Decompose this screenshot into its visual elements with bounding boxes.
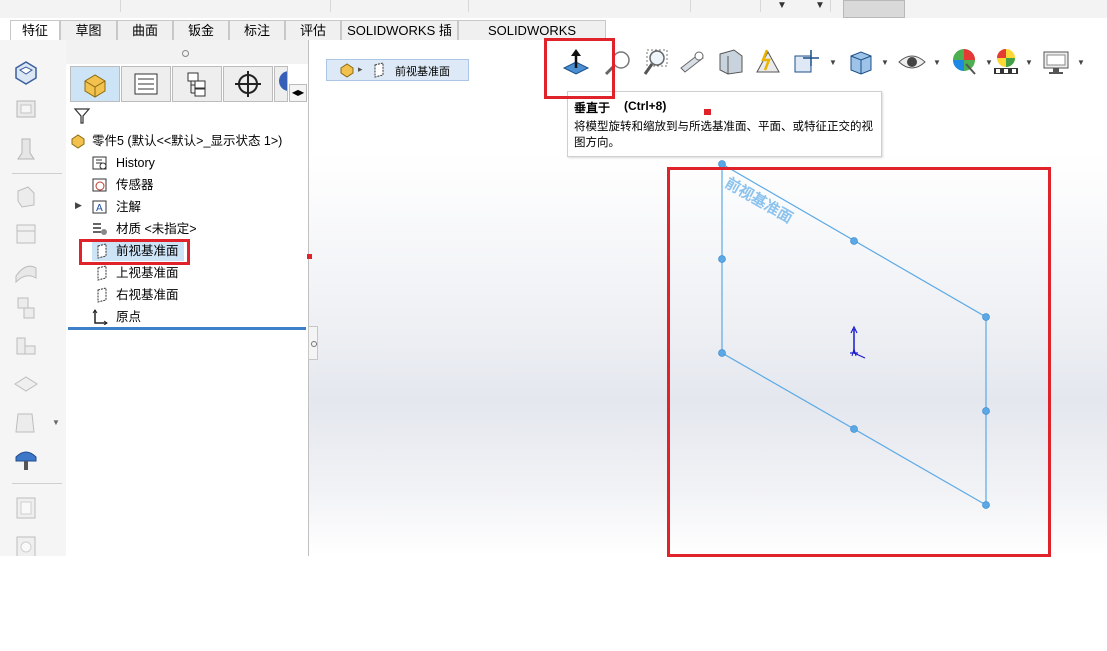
tree-item-label: 材质 <未指定> [116, 222, 197, 236]
display-sphere-icon [279, 71, 287, 91]
breadcrumb-label: 前视基准面 [395, 66, 450, 78]
tree-item-label: 上视基准面 [116, 266, 179, 280]
chevron-down-icon[interactable]: ▼ [1077, 58, 1085, 67]
part-icon [71, 134, 85, 149]
tab-evaluate[interactable]: 评估 [285, 20, 341, 40]
display-style-icon[interactable] [845, 46, 875, 78]
plane-icon [374, 62, 384, 78]
tree-item-label: 右视基准面 [116, 288, 179, 302]
curves-icon[interactable] [12, 493, 40, 521]
history-icon [92, 156, 107, 170]
tab-inspection[interactable]: SOLIDWORKS Inspection [458, 20, 606, 58]
chevron-down-icon[interactable]: ▼ [933, 58, 941, 67]
feature-manager-header [66, 40, 308, 64]
crosshair-icon [235, 71, 261, 97]
part-icon [340, 63, 354, 78]
filter-icon[interactable] [72, 106, 92, 126]
chevron-down-icon[interactable]: ▼ [52, 418, 60, 427]
toolbar-button[interactable] [843, 0, 905, 18]
rib-icon[interactable] [12, 332, 40, 360]
highlight-box [79, 239, 190, 265]
tree-item-label: 注解 [116, 200, 142, 214]
wrap-icon[interactable] [12, 370, 40, 398]
plane-icon [97, 287, 107, 303]
top-toolbar-strip: ▼ ▼ [0, 0, 1107, 18]
tree-item-label: 原点 [116, 310, 142, 324]
tree-item-label: History [116, 156, 155, 170]
dynamic-annotation-icon[interactable] [753, 46, 783, 78]
marker-dot [307, 254, 312, 259]
tooltip-shortcut: (Ctrl+8) [624, 99, 667, 113]
divider [12, 483, 62, 484]
property-manager-tab[interactable] [121, 66, 171, 102]
marker-dot [704, 109, 711, 115]
view-settings-icon[interactable] [1041, 46, 1071, 78]
edit-appearance-icon[interactable] [949, 46, 979, 78]
plane-icon [97, 265, 107, 281]
property-list-icon [134, 73, 158, 95]
origin-icon [92, 309, 108, 325]
divider [12, 173, 62, 174]
expand-arrow-icon[interactable]: ▶ [75, 200, 82, 211]
tree-item-label: 传感器 [116, 178, 154, 192]
dimxpert-tab[interactable] [223, 66, 273, 102]
toolbar-divider [468, 0, 469, 12]
revolved-boss-icon[interactable] [12, 95, 40, 123]
collapse-handle-icon[interactable] [182, 50, 189, 57]
annotation-icon: A [92, 200, 107, 214]
tooltip: 垂直于 (Ctrl+8) 将模型旋转和缩放到与所选基准面、平面、或特征正交的视图… [567, 91, 882, 157]
tab-sketch[interactable]: 草图 [60, 20, 117, 40]
toolbar-divider [760, 0, 761, 12]
svg-text:A: A [96, 203, 103, 214]
tab-surfaces[interactable]: 曲面 [117, 20, 173, 40]
configuration-icon [187, 72, 206, 97]
tooltip-description: 将模型旋转和缩放到与所选基准面、平面、或特征正交的视图方向。 [574, 121, 873, 149]
swept-boss-icon[interactable] [12, 135, 40, 163]
material-icon [93, 223, 107, 235]
tab-sheet-metal[interactable]: 钣金 [173, 20, 229, 40]
part-name: 零件5 (默认<<默认>_显示状态 1>) [92, 134, 283, 148]
draft-icon[interactable] [12, 408, 40, 436]
breadcrumb[interactable]: ▸ 前视基准面 [326, 59, 469, 81]
reference-geometry-icon[interactable] [12, 445, 40, 473]
highlight-box [544, 38, 615, 99]
chevron-down-icon[interactable]: ▼ [777, 0, 787, 11]
panel-splitter-handle[interactable] [308, 326, 318, 360]
zoom-to-area-icon[interactable] [641, 46, 671, 78]
command-icon-column: ▼ [0, 40, 67, 558]
apply-scene-icon[interactable] [991, 46, 1021, 78]
scroll-tabs-button[interactable]: ◀▶ [289, 84, 307, 102]
previous-view-icon[interactable] [677, 46, 707, 78]
feature-tree-tab[interactable] [70, 66, 120, 102]
tooltip-title: 垂直于 [574, 101, 611, 115]
chevron-down-icon[interactable]: ▼ [829, 58, 837, 67]
display-tab[interactable] [274, 66, 288, 102]
hide-show-icon[interactable] [897, 46, 927, 78]
breadcrumb-separator: ▸ [358, 64, 363, 74]
linear-pattern-icon[interactable] [12, 294, 40, 322]
configuration-tab[interactable] [172, 66, 222, 102]
part-icon [84, 74, 106, 98]
highlight-box [667, 167, 1051, 557]
toolbar-divider [330, 0, 331, 12]
tab-markup[interactable]: 标注 [229, 20, 285, 40]
toolbar-divider [120, 0, 121, 12]
section-view-icon[interactable] [716, 46, 746, 78]
chevron-down-icon[interactable]: ▼ [815, 0, 825, 11]
chevron-down-icon[interactable]: ▼ [881, 58, 889, 67]
chevron-down-icon[interactable]: ▼ [1025, 58, 1033, 67]
sensor-icon [92, 178, 107, 192]
boundary-boss-icon[interactable] [12, 220, 40, 248]
status-area [0, 556, 1107, 651]
toolbar-divider [830, 0, 831, 12]
tab-addins[interactable]: SOLIDWORKS 插件 [341, 20, 458, 58]
splitter-grip-icon [311, 341, 317, 347]
lofted-boss-icon[interactable] [12, 183, 40, 211]
extruded-boss-icon[interactable] [12, 58, 40, 86]
tab-features[interactable]: 特征 [10, 20, 60, 41]
view-orientation-icon[interactable] [791, 46, 821, 78]
fillet-icon[interactable] [12, 258, 40, 286]
toolbar-divider [690, 0, 691, 12]
rollback-bar[interactable] [68, 327, 306, 330]
